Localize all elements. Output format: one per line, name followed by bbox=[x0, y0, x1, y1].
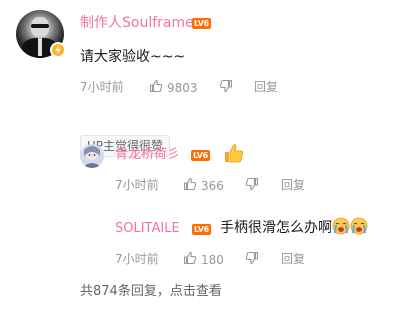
comment-meta: 7小时前 bbox=[80, 79, 124, 95]
like-button[interactable]: 9803 bbox=[149, 79, 198, 97]
comment-username[interactable]: 制作人Soulframe bbox=[80, 14, 194, 32]
reply-text-content: 手柄很滑怎么办啊 bbox=[220, 220, 332, 236]
dislike-button[interactable] bbox=[219, 79, 237, 97]
thumbs-up-icon bbox=[183, 177, 197, 195]
level-badge: LV6 bbox=[191, 150, 210, 161]
verified-badge-icon bbox=[50, 42, 66, 58]
comment-time: 7小时前 bbox=[80, 80, 124, 94]
thumbs-up-icon bbox=[149, 79, 163, 97]
dislike-button[interactable] bbox=[245, 251, 263, 269]
level-badge: LV6 bbox=[192, 224, 211, 235]
avatar[interactable] bbox=[80, 144, 104, 168]
view-more-replies-link[interactable]: 共874条回复，点击查看 bbox=[80, 283, 222, 301]
reply-time: 7小时前 bbox=[115, 252, 159, 266]
level-badge: LV6 bbox=[192, 18, 211, 29]
comment-text: 请大家验收~~~ bbox=[80, 49, 186, 65]
thumbs-down-icon bbox=[219, 79, 233, 97]
reply-text: 手柄很滑怎么办啊 bbox=[220, 217, 368, 238]
thumbs-down-icon bbox=[245, 177, 259, 195]
crying-face-icon bbox=[332, 217, 350, 235]
like-count: 366 bbox=[201, 179, 224, 193]
dislike-button[interactable] bbox=[245, 177, 263, 195]
like-button[interactable]: 180 bbox=[183, 251, 224, 269]
reply-meta: 7小时前 bbox=[115, 177, 159, 193]
reply-time: 7小时前 bbox=[115, 178, 159, 192]
reply-username[interactable]: 青龙桥荷彡 bbox=[115, 146, 180, 164]
reply-username[interactable]: SOLITAILE bbox=[115, 220, 180, 238]
thumbs-down-icon bbox=[245, 251, 259, 269]
crying-face-icon bbox=[350, 217, 368, 235]
reply-meta: 7小时前 bbox=[115, 251, 159, 267]
like-count: 180 bbox=[201, 253, 224, 267]
avatar[interactable] bbox=[80, 216, 104, 240]
reply-button[interactable]: 回复 bbox=[281, 177, 305, 193]
thumbs-up-icon bbox=[183, 251, 197, 269]
reply-button[interactable]: 回复 bbox=[254, 79, 278, 95]
like-button[interactable]: 366 bbox=[183, 177, 224, 195]
reply-button[interactable]: 回复 bbox=[281, 251, 305, 267]
like-count: 9803 bbox=[167, 81, 198, 95]
thumbs-up-emoji-icon bbox=[222, 142, 244, 168]
